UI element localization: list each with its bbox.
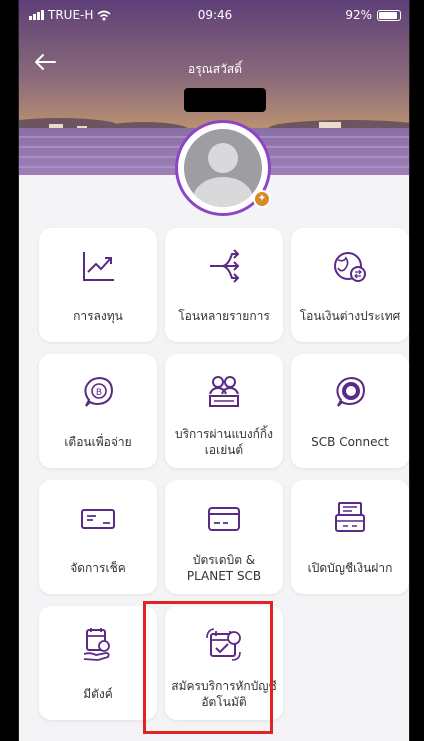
menu-item-cheque[interactable]: จัดการเช็ค	[39, 480, 157, 594]
investment-chart-icon	[83, 252, 114, 281]
menu-item-label: มีตังค์	[83, 686, 113, 701]
menu-item-label: บัตรเดบิต & PLANET SCB	[186, 552, 262, 583]
menu-item-label: SCB Connect	[311, 434, 389, 449]
menu-item-label: สมัครบริการหักบัญชีอัตโนมัติ	[171, 678, 277, 709]
open-account-icon	[335, 502, 365, 532]
app-screen: TRUE-H 09:46 92% อรุณสวัสดิ์ ✦ การลงทุน …	[18, 0, 410, 741]
menu-item-scb-connect[interactable]: SCB Connect	[291, 354, 409, 468]
payment-reminder-icon: B	[84, 376, 114, 407]
menu-item-label: เปิดบัญชีเงินฝาก	[307, 560, 393, 575]
redacted-username	[184, 88, 266, 112]
scb-connect-icon	[336, 376, 366, 407]
menu-item-auto-debit[interactable]: สมัครบริการหักบัญชีอัตโนมัติ	[165, 606, 283, 720]
menu-item-international-transfer[interactable]: โอนเงินต่างประเทศ	[291, 228, 409, 342]
debit-card-icon	[208, 507, 240, 531]
svg-text:B: B	[96, 388, 102, 398]
avatar-placeholder-icon	[184, 129, 262, 207]
menu-item-label: จัดการเช็ค	[70, 560, 126, 575]
menu-item-open-account[interactable]: เปิดบัญชีเงินฝาก	[291, 480, 409, 594]
auto-debit-icon	[206, 628, 241, 661]
menu-item-label: โอนหลายรายการ	[178, 308, 270, 323]
cheque-icon	[81, 509, 115, 529]
international-transfer-icon	[334, 252, 366, 282]
menu-item-investment[interactable]: การลงทุน	[39, 228, 157, 342]
avatar-edit-badge-icon[interactable]: ✦	[253, 190, 271, 208]
menu-item-debit-card[interactable]: บัตรเดบิต & PLANET SCB	[165, 480, 283, 594]
multi-transfer-icon	[210, 249, 240, 283]
battery-icon	[377, 9, 401, 21]
menu-item-label: เตือนเพื่อจ่าย	[64, 434, 132, 449]
banking-agent-icon	[209, 376, 239, 407]
menu-item-banking-agent[interactable]: บริการผ่านแบงก์กิ้งเอเย่นต์	[165, 354, 283, 468]
mee-tang-icon	[83, 628, 110, 661]
battery-percent: 92%	[345, 8, 372, 22]
menu-item-label: บริการผ่านแบงก์กิ้งเอเย่นต์	[174, 426, 274, 457]
menu-item-label: โอนเงินต่างประเทศ	[299, 308, 401, 323]
menu-item-multi-transfer[interactable]: โอนหลายรายการ	[165, 228, 283, 342]
menu-item-label: การลงทุน	[73, 308, 123, 323]
menu-item-payment-reminder[interactable]: B เตือนเพื่อจ่าย	[39, 354, 157, 468]
status-bar: TRUE-H 09:46 92%	[19, 0, 409, 30]
greeting-text: อรุณสวัสดิ์	[188, 62, 242, 76]
menu-item-mee-tang[interactable]: มีตังค์	[39, 606, 157, 720]
